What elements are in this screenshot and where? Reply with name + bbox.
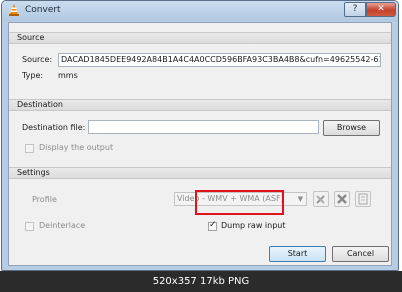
destination-file-label: Destination file: <box>22 123 86 132</box>
settings-section-header: Settings <box>9 167 391 179</box>
deinterlace-checkbox[interactable] <box>25 222 34 231</box>
delete-icon <box>337 194 347 204</box>
vlc-cone-icon <box>9 4 19 16</box>
checkmark-icon: ✓ <box>209 220 217 230</box>
close-button[interactable]: ✕ <box>366 2 396 17</box>
deinterlace-label: Deinterlace <box>39 221 86 230</box>
dump-raw-input-checkbox[interactable]: ✓ <box>208 220 217 231</box>
help-button[interactable]: ? <box>344 2 366 17</box>
delete-profile-button[interactable] <box>334 191 350 207</box>
new-profile-icon <box>358 193 368 205</box>
cancel-button[interactable]: Cancel <box>332 246 389 262</box>
title-bar[interactable]: Convert ? ✕ <box>2 1 398 21</box>
highlight-box <box>195 190 284 215</box>
destination-section-header: Destination <box>9 99 391 111</box>
chevron-down-icon: ▼ <box>297 195 303 203</box>
window-title: Convert <box>25 5 61 15</box>
convert-window: Convert ? ✕ Source Source: DACAD1845DEE9… <box>1 0 399 271</box>
source-label: Source: <box>22 55 53 64</box>
edit-profile-button[interactable] <box>313 191 329 207</box>
display-output-label: Display the output <box>39 143 114 152</box>
destination-file-input[interactable] <box>88 120 319 134</box>
type-value: mms <box>58 71 78 80</box>
dump-raw-input-label: Dump raw input <box>221 221 286 230</box>
new-profile-button[interactable] <box>355 191 371 207</box>
display-output-checkbox[interactable] <box>25 144 34 153</box>
source-field[interactable]: DACAD1845DEE9492A84B1A4C4A0CCD596BFA93C3… <box>58 53 381 67</box>
image-info-bar: 520x357 17kb PNG <box>0 271 402 292</box>
dialog-body: Source Source: DACAD1845DEE9492A84B1A4C4… <box>8 22 392 266</box>
browse-button[interactable]: Browse <box>323 120 380 136</box>
wrench-icon <box>316 195 325 204</box>
source-section-header: Source <box>9 32 391 44</box>
start-button[interactable]: Start <box>269 246 326 262</box>
profile-label: Profile <box>32 195 57 204</box>
type-label: Type: <box>22 71 44 80</box>
